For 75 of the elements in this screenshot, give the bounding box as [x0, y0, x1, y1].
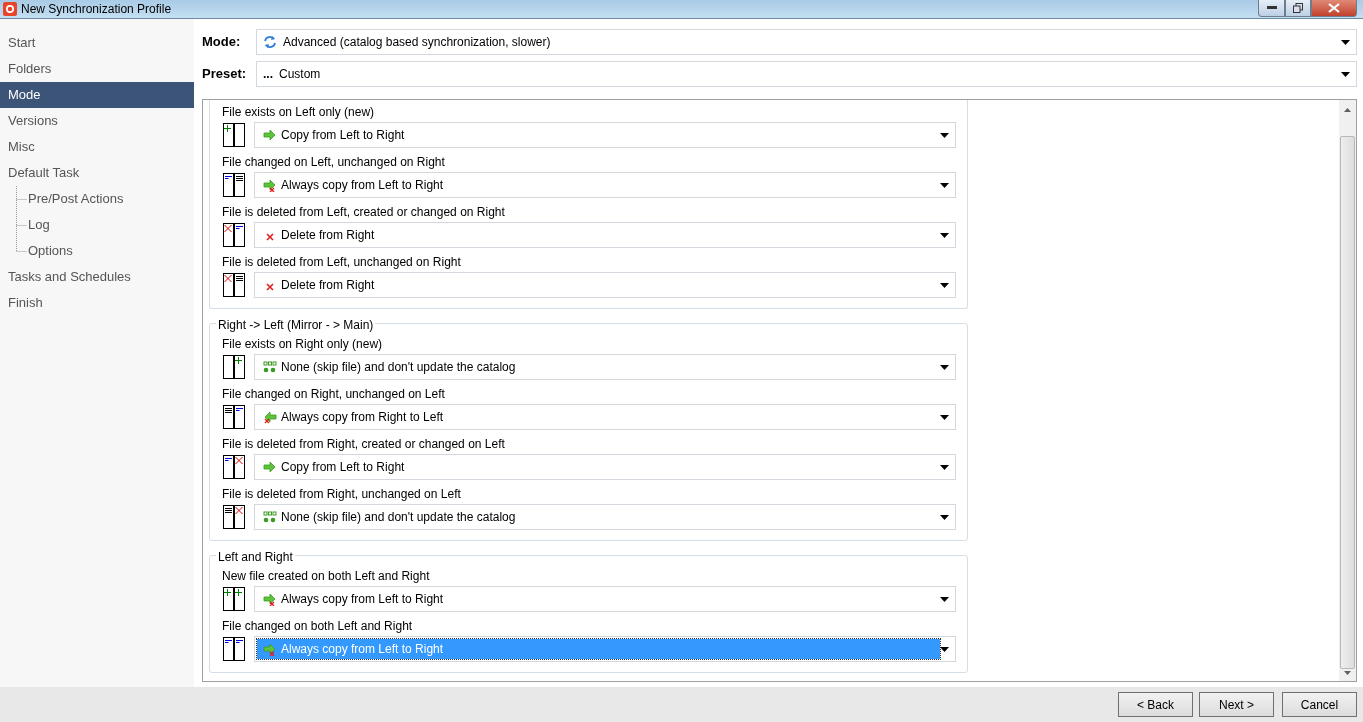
- rule-label: File changed on both Left and Right: [222, 618, 414, 635]
- action-dropdown[interactable]: Always copy from Left to Right: [254, 172, 956, 198]
- action-value: Copy from Left to Right: [281, 127, 405, 144]
- app-logo-icon: [3, 2, 17, 16]
- action-value: Always copy from Left to Right: [281, 177, 444, 194]
- rule-label: File is deleted from Right, created or changed on Left: [222, 436, 506, 453]
- caret-icon: [940, 596, 949, 602]
- restore-button[interactable]: [1285, 0, 1311, 17]
- caret-icon: [940, 414, 949, 420]
- sidebar-item[interactable]: Start: [0, 30, 194, 56]
- back-button[interactable]: < Back: [1118, 692, 1193, 717]
- caret-icon: [940, 282, 949, 288]
- caret-icon: [1341, 39, 1350, 45]
- sidebar-item[interactable]: Options: [28, 238, 73, 264]
- action-dropdown[interactable]: Delete from Right: [254, 272, 956, 298]
- caret-icon: [940, 646, 949, 652]
- scrollbar-thumb[interactable]: [1340, 136, 1355, 669]
- sidebar-item[interactable]: Default Task: [0, 160, 194, 186]
- sidebar-item[interactable]: Mode: [0, 82, 194, 108]
- action-value: Always copy from Left to Right: [281, 591, 444, 608]
- action-value: Delete from Right: [281, 227, 375, 244]
- sidebar-item[interactable]: Folders: [0, 56, 194, 82]
- sidebar-item[interactable]: Finish: [0, 290, 194, 316]
- sync-arrows-icon: [263, 35, 277, 49]
- sidebar-item[interactable]: Misc: [0, 134, 194, 160]
- rule-label: File changed on Left, unchanged on Right: [222, 154, 446, 171]
- preset-label: Preset:: [202, 65, 248, 84]
- rule-label: File is deleted from Left, unchanged on Right: [222, 254, 462, 271]
- ellipsis-icon: ...: [263, 65, 273, 83]
- scroll-up-arrow-icon[interactable]: [1344, 108, 1351, 112]
- action-value: None (skip file) and don't update the catalog: [281, 509, 516, 526]
- sidebar-item[interactable]: Tasks and Schedules: [0, 264, 194, 290]
- rule-label: File exists on Right only (new): [222, 336, 384, 353]
- action-value: Always copy from Right to Left: [281, 409, 444, 426]
- scrollbar[interactable]: [1339, 100, 1356, 681]
- action-dropdown[interactable]: Always copy from Left to Right: [254, 586, 956, 612]
- mode-dropdown[interactable]: Advanced (catalog based synchronization, slower): [256, 29, 1357, 55]
- action-dropdown[interactable]: Copy from Left to Right: [254, 122, 956, 148]
- close-icon: [1328, 3, 1340, 13]
- rule-label: File exists on Left only (new): [222, 104, 376, 121]
- cancel-button[interactable]: Cancel: [1282, 692, 1357, 717]
- caret-icon: [940, 514, 949, 520]
- action-value: Copy from Left to Right: [281, 459, 405, 476]
- caret-icon: [940, 464, 949, 470]
- sidebar-item[interactable]: Pre/Post Actions: [28, 186, 124, 212]
- preset-value: Custom: [279, 66, 321, 83]
- sidebar-item[interactable]: Versions: [0, 108, 194, 134]
- restore-icon: [1293, 3, 1303, 13]
- mode-label: Mode:: [202, 33, 242, 52]
- scroll-down-arrow-icon[interactable]: [1344, 671, 1351, 675]
- minimize-icon: [1266, 6, 1277, 10]
- rule-label: File is deleted from Left, created or changed on Right: [222, 204, 506, 221]
- preset-dropdown[interactable]: ... Custom: [256, 61, 1357, 87]
- action-value: None (skip file) and don't update the catalog: [281, 359, 516, 376]
- action-dropdown[interactable]: Delete from Right: [254, 222, 956, 248]
- rule-label: New file created on both Left and Right: [222, 568, 431, 585]
- rule-label: File is deleted from Right, unchanged on Left: [222, 486, 462, 503]
- caret-icon: [940, 364, 949, 370]
- action-value: Delete from Right: [281, 277, 375, 294]
- window-title: New Synchronization Profile: [21, 1, 172, 18]
- minimize-button[interactable]: [1258, 0, 1285, 17]
- action-dropdown[interactable]: None (skip file) and don't update the catalog: [254, 354, 956, 380]
- mode-value: Advanced (catalog based synchronization, slower): [283, 34, 551, 51]
- close-button[interactable]: [1311, 0, 1357, 17]
- action-dropdown[interactable]: Always copy from Right to Left: [254, 404, 956, 430]
- caret-icon: [940, 182, 949, 188]
- caret-icon: [1341, 71, 1350, 77]
- action-value: Always copy from Left to Right: [281, 641, 444, 658]
- action-dropdown[interactable]: None (skip file) and don't update the catalog: [254, 504, 956, 530]
- rule-label: File changed on Right, unchanged on Left: [222, 386, 446, 403]
- caret-icon: [940, 232, 949, 238]
- caret-icon: [940, 132, 949, 138]
- next-button[interactable]: Next >: [1199, 692, 1274, 717]
- sidebar-item[interactable]: Log: [28, 212, 50, 238]
- action-dropdown[interactable]: Copy from Left to Right: [254, 454, 956, 480]
